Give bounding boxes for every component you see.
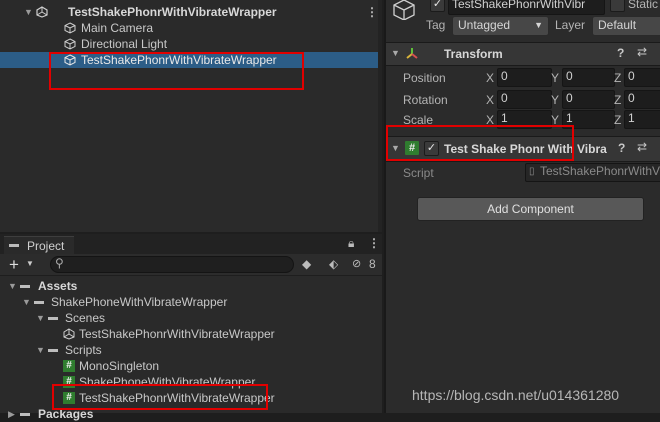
axis-x-label: X xyxy=(486,93,495,107)
script-reference-value: TestShakePhonrWithVi xyxy=(540,164,660,178)
project-item-label: MonoSingleton xyxy=(79,359,160,373)
tag-dropdown[interactable]: Untagged ▼ xyxy=(452,16,549,36)
project-item-scene-file[interactable]: TestShakePhonrWithVibrateWrapper xyxy=(0,326,382,342)
scale-z-field[interactable]: 1 xyxy=(624,110,660,129)
project-item-scenes[interactable]: ▼ ▬ Scenes xyxy=(0,310,382,326)
hierarchy-panel: ▼ TestShakePhonrWithVibrateWrapper ⋮ Mai… xyxy=(0,0,382,232)
project-item-label: ShakePhoneWithVibrateWrapper xyxy=(51,295,228,309)
chevron-down-icon: ▼ xyxy=(26,259,34,268)
script-file-icon: ▯ xyxy=(529,166,535,177)
project-item-label: Scripts xyxy=(65,343,102,357)
position-label: Position xyxy=(403,71,446,85)
position-z-field[interactable]: 0 xyxy=(624,68,660,87)
rotation-y-field[interactable]: 0 xyxy=(562,90,615,109)
tag-label: Tag xyxy=(426,18,446,32)
unity-scene-icon xyxy=(36,6,48,18)
filter-by-type-icon[interactable]: ◆ xyxy=(302,257,311,271)
highlight-box xyxy=(52,384,268,410)
project-item-assets[interactable]: ▼ ▬ Assets xyxy=(0,278,382,294)
folder-icon: ▬ xyxy=(20,280,30,291)
script-reference-field[interactable]: ▯ TestShakePhonrWithVi xyxy=(525,163,660,182)
object-name-field[interactable]: TestShakePhonrWithVibr xyxy=(448,0,605,15)
gameobject-cube-icon xyxy=(64,38,76,50)
project-item-label: TestShakePhonrWithVibrateWrapper xyxy=(79,327,275,341)
tag-value: Untagged xyxy=(458,18,511,32)
axis-y-label: Y xyxy=(551,71,560,85)
gameobject-cube-icon xyxy=(393,0,415,20)
project-item-label: Assets xyxy=(38,279,78,293)
search-input[interactable]: ⚲ xyxy=(50,256,294,273)
axis-z-label: Z xyxy=(614,71,622,85)
script-label: Script xyxy=(403,166,434,180)
hidden-packages-icon[interactable]: ⊘ xyxy=(352,257,361,270)
unity-scene-icon xyxy=(63,328,75,340)
static-label: Static xyxy=(628,0,659,11)
search-icon: ⚲ xyxy=(55,256,64,270)
preset-sliders-icon[interactable]: ⇄ xyxy=(637,140,647,154)
hierarchy-item-main-camera[interactable]: Main Camera xyxy=(0,20,382,36)
expand-arrow-icon[interactable]: ▶ xyxy=(8,406,15,422)
project-item-folder[interactable]: ▼ ▬ ShakePhoneWithVibrateWrapper xyxy=(0,294,382,310)
scene-row[interactable]: ▼ TestShakePhonrWithVibrateWrapper ⋮ xyxy=(0,4,382,20)
hierarchy-item-label: Main Camera xyxy=(81,21,154,35)
rotation-x-field[interactable]: 0 xyxy=(497,90,552,109)
folder-icon: ▬ xyxy=(48,344,58,355)
tab-project-label: Project xyxy=(27,239,65,253)
add-asset-button[interactable]: + xyxy=(9,255,19,275)
axis-y-label: Y xyxy=(551,93,560,107)
preset-sliders-icon[interactable]: ⇄ xyxy=(637,45,647,59)
hierarchy-scrollbar[interactable] xyxy=(378,0,382,232)
watermark: https://blog.csdn.net/u014361280 xyxy=(412,387,620,403)
layer-dropdown[interactable]: Default xyxy=(592,16,660,36)
layer-value: Default xyxy=(598,18,637,32)
axis-x-label: X xyxy=(486,71,495,85)
highlight-box xyxy=(49,52,304,90)
hierarchy-item-label: Directional Light xyxy=(81,37,168,51)
hierarchy-item-directional-light[interactable]: Directional Light xyxy=(0,36,382,52)
inspector-panel: ✓ TestShakePhonrWithVibr Static Tag Unta… xyxy=(386,0,660,413)
more-options-icon[interactable]: ⋮ xyxy=(368,236,380,250)
folder-icon: ▬ xyxy=(34,296,44,307)
rotation-z-field[interactable]: 0 xyxy=(624,90,660,109)
folder-icon: ▬ xyxy=(9,239,19,250)
highlight-box xyxy=(386,125,574,161)
transform-title: Transform xyxy=(444,47,503,61)
position-x-field[interactable]: 0 xyxy=(497,68,552,87)
folder-icon: ▬ xyxy=(20,408,30,419)
folder-icon: ▬ xyxy=(48,312,58,323)
collapse-arrow-icon[interactable]: ▼ xyxy=(36,342,45,358)
position-y-field[interactable]: 0 xyxy=(562,68,615,87)
project-item-script[interactable]: # MonoSingleton xyxy=(0,358,382,374)
layer-label: Layer xyxy=(555,18,586,32)
lock-icon[interactable]: 🔒︎ xyxy=(348,236,354,251)
collapse-arrow-icon[interactable]: ▼ xyxy=(22,294,31,310)
project-item-scripts[interactable]: ▼ ▬ Scripts xyxy=(0,342,382,358)
transform-header[interactable]: ▼ Transform ? ⇄ xyxy=(386,42,660,66)
filter-by-label-icon[interactable]: ⬖ xyxy=(329,257,338,271)
transform-axis-icon xyxy=(406,48,418,59)
static-checkbox[interactable] xyxy=(610,0,625,12)
collapse-arrow-icon[interactable]: ▼ xyxy=(24,4,33,20)
help-icon[interactable]: ? xyxy=(617,46,624,60)
tab-project[interactable]: ▬ Project xyxy=(4,236,74,254)
rotation-label: Rotation xyxy=(403,93,448,107)
scene-name: TestShakePhonrWithVibrateWrapper xyxy=(68,5,277,19)
collapse-arrow-icon[interactable]: ▼ xyxy=(8,278,17,294)
axis-z-label: Z xyxy=(614,93,622,107)
axis-z-label: Z xyxy=(614,113,622,127)
more-options-icon[interactable]: ⋮ xyxy=(366,4,378,20)
collapse-arrow-icon[interactable]: ▼ xyxy=(391,48,400,58)
script-hash-icon: # xyxy=(63,360,75,372)
chevron-down-icon: ▼ xyxy=(534,20,543,30)
help-icon[interactable]: ? xyxy=(618,141,625,155)
hidden-packages-count: 8 xyxy=(369,257,376,271)
active-checkbox[interactable]: ✓ xyxy=(430,0,445,12)
add-component-button[interactable]: Add Component xyxy=(417,197,644,221)
gameobject-cube-icon xyxy=(64,22,76,34)
project-item-label: Scenes xyxy=(65,311,106,325)
collapse-arrow-icon[interactable]: ▼ xyxy=(36,310,45,326)
